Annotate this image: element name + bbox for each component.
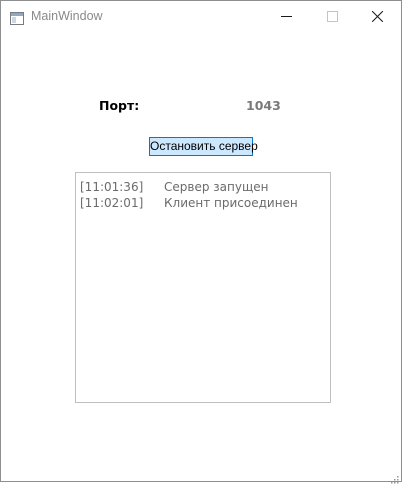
log-entry-message: Клиент присоединен — [164, 196, 298, 210]
server-log-list[interactable]: [11:01:36] Сервер запущен [11:02:01] Кли… — [75, 172, 331, 403]
close-button[interactable] — [355, 1, 401, 32]
log-entry-time: [11:02:01] — [80, 196, 144, 210]
log-entry-time: [11:01:36] — [80, 180, 144, 194]
close-icon — [372, 11, 383, 22]
stop-server-button[interactable]: Остановить сервер — [149, 137, 258, 156]
window-title: MainWindow — [31, 9, 103, 23]
minimize-icon — [281, 16, 292, 17]
resize-grip-icon[interactable] — [389, 469, 399, 484]
title-bar[interactable]: MainWindow — [1, 1, 401, 32]
app-window-icon — [10, 10, 24, 25]
main-window: MainWindow Порт: 1043 Остановить сервер … — [0, 0, 402, 484]
minimize-button[interactable] — [264, 1, 310, 32]
maximize-button[interactable] — [310, 1, 356, 32]
port-value: 1043 — [246, 98, 281, 113]
maximize-icon — [327, 11, 338, 22]
port-label: Порт: — [99, 98, 140, 113]
log-entry-message: Сервер запущен — [164, 180, 269, 194]
